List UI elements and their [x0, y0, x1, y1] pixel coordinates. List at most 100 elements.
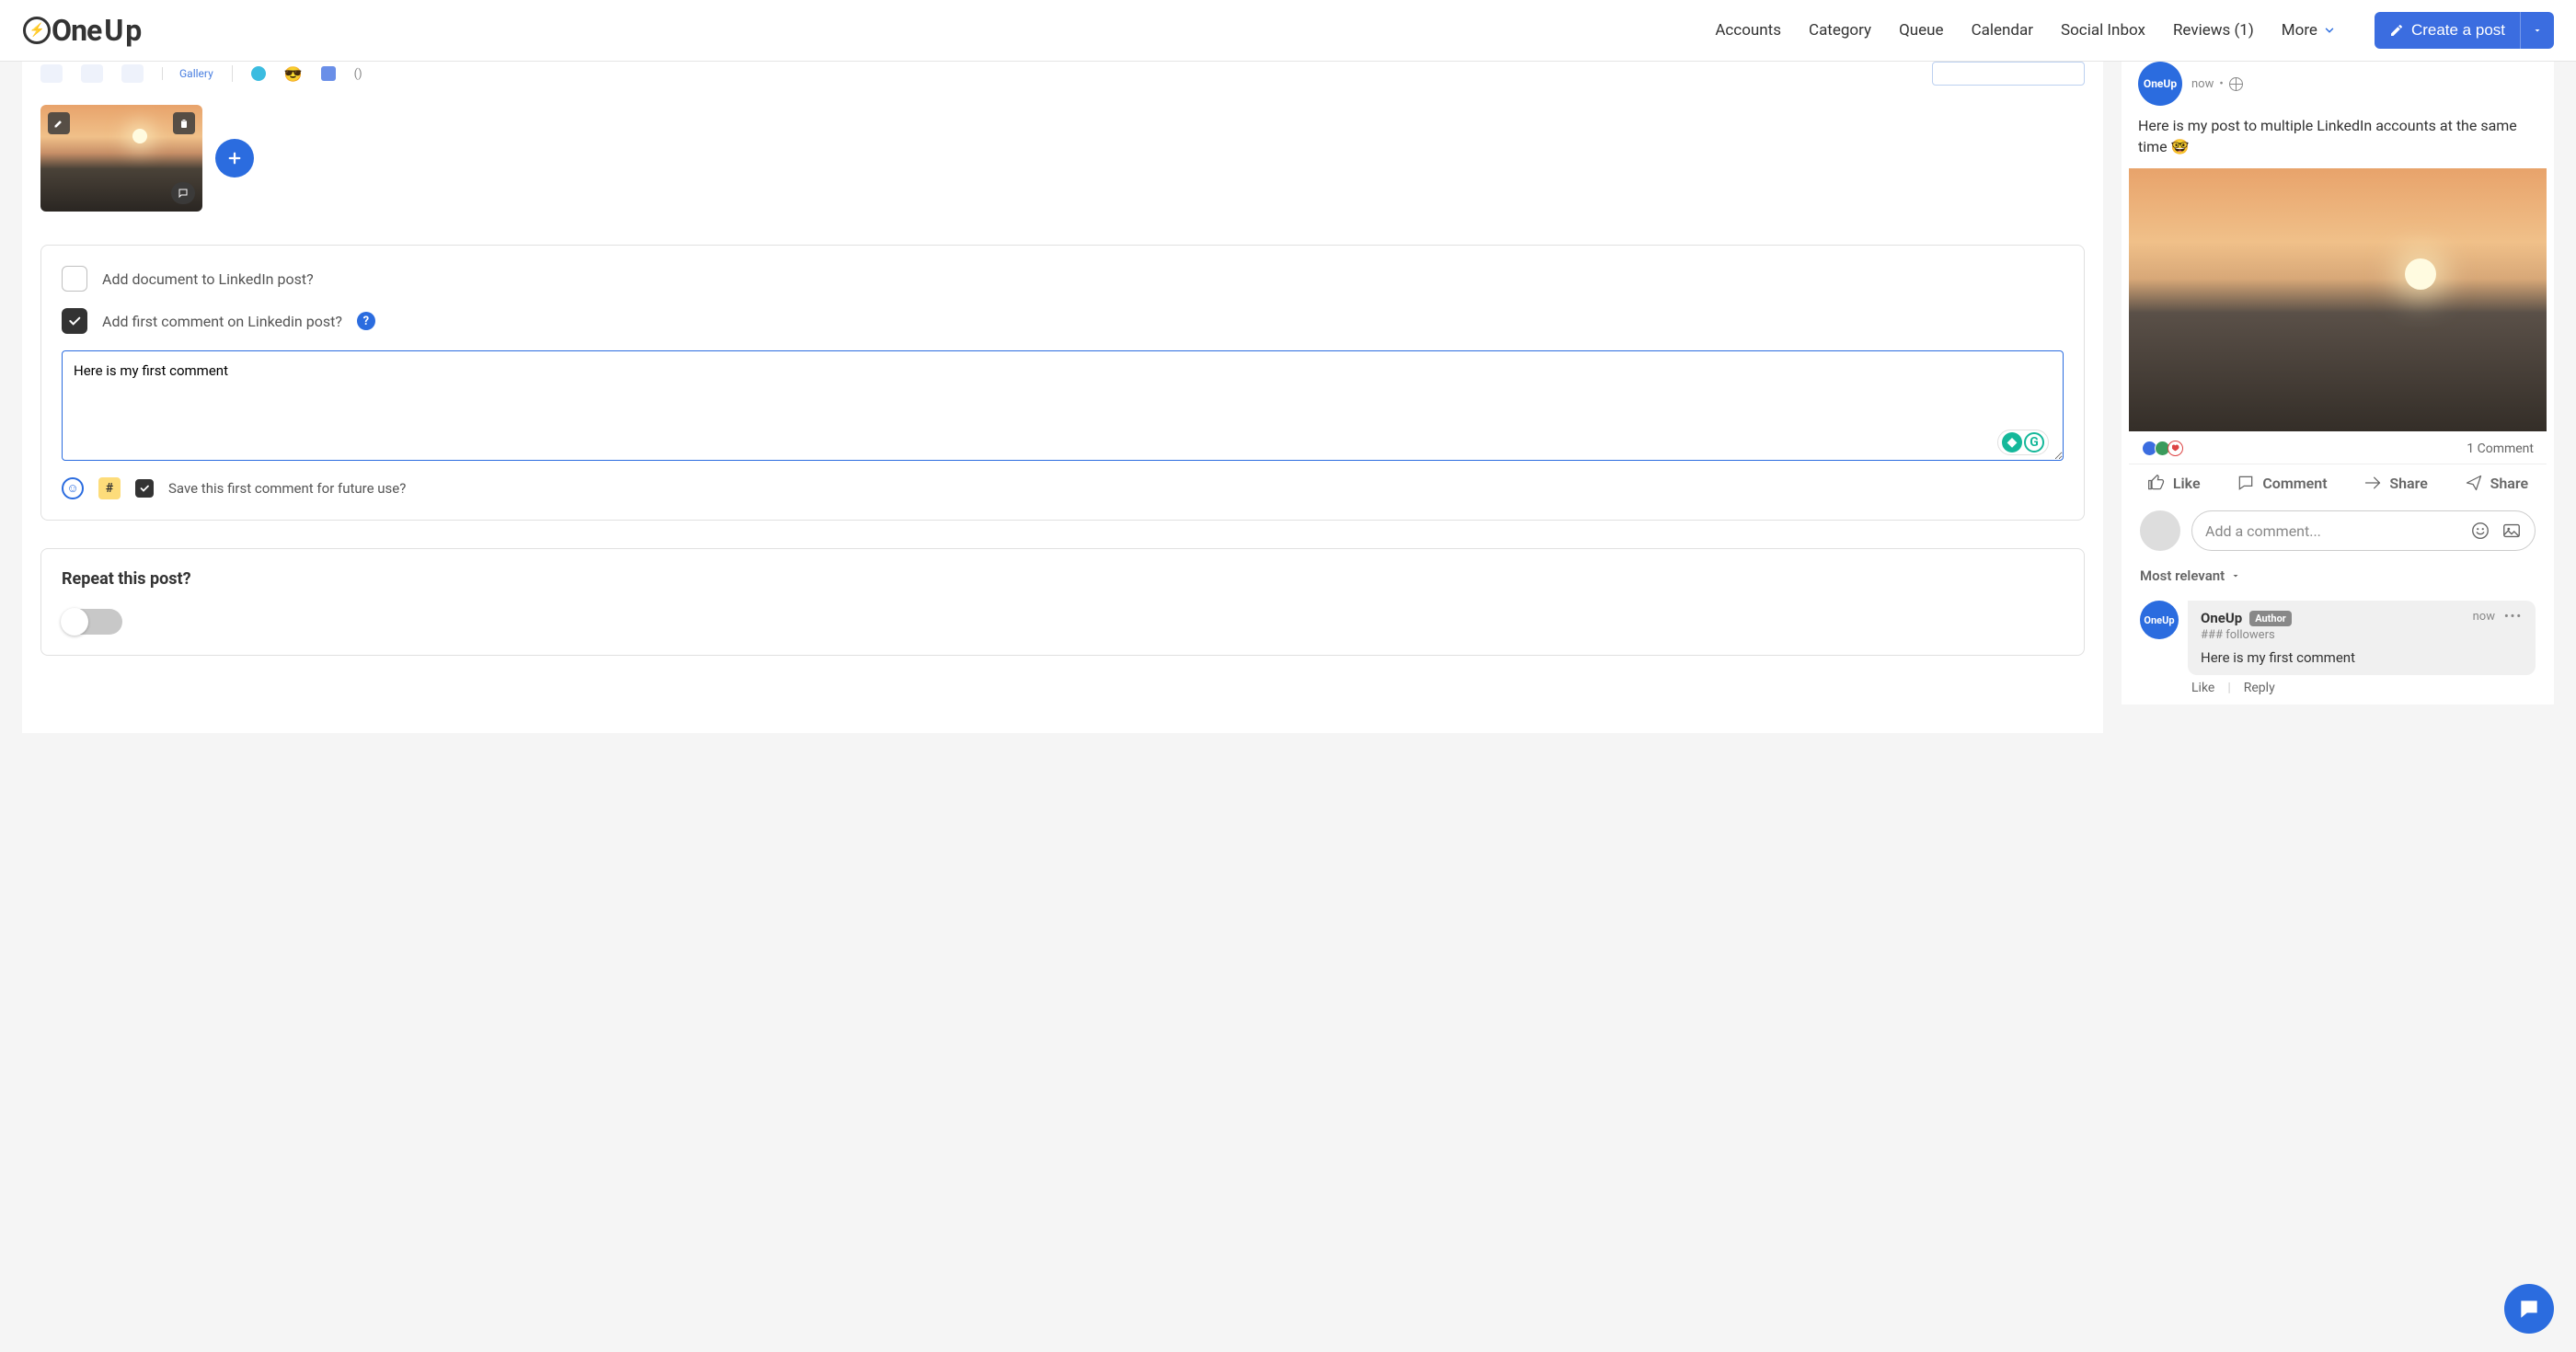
- composer-toolbar: Gallery 😎 (): [22, 62, 2103, 92]
- compose-icon: [2389, 23, 2404, 38]
- checkmark-icon: [139, 483, 150, 494]
- nav-queue[interactable]: Queue: [1899, 21, 1943, 40]
- nav-accounts[interactable]: Accounts: [1715, 21, 1781, 40]
- media-thumbnail[interactable]: [40, 105, 202, 212]
- love-reaction-icon: [2168, 441, 2183, 456]
- preview-header-meta: OneUp now •: [2191, 77, 2243, 91]
- add-document-row: Add document to LinkedIn post?: [62, 266, 2064, 292]
- add-first-comment-row: Add first comment on Linkedin post? ?: [62, 308, 2064, 334]
- add-document-checkbox[interactable]: [62, 266, 87, 292]
- comment-icon: [2237, 474, 2255, 492]
- caret-down-icon: [2532, 25, 2543, 36]
- sort-dropdown[interactable]: Most relevant: [2129, 560, 2547, 591]
- caret-down-icon: [2230, 570, 2241, 581]
- toggle-knob: [61, 608, 88, 636]
- edit-media-button[interactable]: [48, 112, 70, 134]
- delete-media-button[interactable]: [173, 112, 195, 134]
- chat-fab[interactable]: [2504, 1284, 2554, 1334]
- toolbar-media-icon-2[interactable]: [81, 64, 103, 83]
- toolbar-right-select[interactable]: [1932, 62, 2085, 86]
- comment-menu[interactable]: •••: [2504, 610, 2523, 624]
- comment-placeholder: Add a comment...: [2205, 522, 2321, 540]
- preview-reactions-row: 1 Comment: [2129, 431, 2547, 464]
- emoji-icon[interactable]: [2470, 521, 2490, 541]
- add-media-button[interactable]: [215, 139, 254, 178]
- repeat-toggle[interactable]: [62, 609, 122, 635]
- preview-meta: now •: [2191, 77, 2243, 91]
- like-label: Like: [2173, 475, 2201, 492]
- comment-reply[interactable]: Reply: [2244, 681, 2275, 695]
- composer-panel: Gallery 😎 (): [22, 62, 2103, 733]
- add-first-comment-checkbox[interactable]: [62, 308, 87, 334]
- send-action[interactable]: Share: [2465, 474, 2529, 492]
- image-icon[interactable]: [2501, 521, 2522, 541]
- create-post-dropdown[interactable]: [2520, 12, 2554, 49]
- comment-text: Here is my first comment: [2201, 649, 2523, 666]
- hashtag-button[interactable]: #: [98, 477, 121, 499]
- create-post-button[interactable]: Create a post: [2375, 12, 2520, 49]
- pencil-icon: [53, 118, 64, 129]
- grammarly-icon[interactable]: G: [2024, 432, 2044, 453]
- chat-icon: [2517, 1297, 2541, 1321]
- toolbar-gallery-link[interactable]: Gallery: [162, 67, 213, 80]
- chevron-down-icon: [2323, 24, 2336, 37]
- nav-reviews[interactable]: Reviews (1): [2173, 21, 2254, 40]
- logo[interactable]: ⚡OneUp: [22, 13, 141, 48]
- comment-author-row: OneUp Author: [2201, 610, 2292, 626]
- nav-more[interactable]: More: [2282, 21, 2336, 40]
- nav-more-label: More: [2282, 21, 2317, 40]
- toolbar-emoji-icon[interactable]: 😎: [284, 65, 303, 83]
- logo-text-a: One: [52, 13, 101, 48]
- comment-author: OneUp: [2201, 610, 2242, 626]
- app-header: ⚡OneUp Accounts Category Queue Calendar …: [0, 0, 2576, 62]
- emoji-picker-button[interactable]: ☺: [62, 477, 84, 499]
- share-label: Share: [2389, 475, 2428, 492]
- toolbar-count: (): [354, 67, 362, 81]
- sunset-glow: [132, 129, 147, 143]
- first-comment-textarea-wrap: ◆ G: [62, 350, 2064, 464]
- comment-like[interactable]: Like: [2191, 681, 2214, 695]
- comment-avatar: [2140, 510, 2180, 551]
- logo-circle-icon: ⚡: [23, 17, 51, 44]
- divider: [232, 65, 233, 82]
- comment-action[interactable]: Comment: [2237, 474, 2327, 492]
- save-comment-checkbox[interactable]: [135, 479, 154, 498]
- toolbar-media-icon[interactable]: [40, 64, 63, 83]
- trash-icon: [178, 118, 190, 129]
- comment-count[interactable]: 1 Comment: [2467, 441, 2534, 456]
- toolbar-square-icon[interactable]: [321, 66, 336, 81]
- comment-actions: Like | Reply: [2188, 675, 2536, 695]
- textarea-widgets: ◆ G: [1997, 430, 2049, 455]
- toolbar-media-icon-3[interactable]: [121, 64, 144, 83]
- linkedin-preview: OneUp OneUp now • Here is my post to mul…: [2122, 62, 2554, 705]
- comment-input-row: Add a comment...: [2129, 501, 2547, 560]
- sunset-glow: [2405, 258, 2436, 290]
- media-caption-button[interactable]: [171, 182, 195, 204]
- preview-post-text: Here is my post to multiple LinkedIn acc…: [2129, 115, 2547, 168]
- sort-label: Most relevant: [2140, 567, 2225, 584]
- preview-actions: Like Comment Share Share: [2129, 464, 2547, 501]
- nav-social-inbox[interactable]: Social Inbox: [2061, 21, 2145, 40]
- preview-avatar: OneUp: [2138, 62, 2182, 106]
- comment-input[interactable]: Add a comment...: [2191, 510, 2536, 551]
- repeat-card: Repeat this post?: [40, 548, 2085, 656]
- main-content: Gallery 😎 (): [0, 62, 2576, 733]
- share-action[interactable]: Share: [2363, 474, 2428, 492]
- toolbar-dot-icon[interactable]: [251, 66, 266, 81]
- like-action[interactable]: Like: [2147, 474, 2201, 492]
- save-comment-label: Save this first comment for future use?: [168, 480, 406, 497]
- speech-icon: [177, 188, 190, 199]
- help-icon[interactable]: ?: [357, 312, 375, 330]
- create-post-group: Create a post: [2375, 12, 2554, 49]
- first-comment-textarea[interactable]: [62, 350, 2064, 461]
- assistant-icon[interactable]: ◆: [2002, 432, 2022, 453]
- preview-time: now: [2191, 77, 2214, 91]
- plus-icon: [226, 150, 243, 166]
- comment-header: OneUp Author ### followers now •••: [2201, 610, 2523, 642]
- nav-category[interactable]: Category: [1809, 21, 1871, 40]
- preview-header: OneUp OneUp now •: [2129, 62, 2547, 115]
- checkmark-icon: [67, 314, 82, 328]
- add-first-comment-label: Add first comment on Linkedin post?: [102, 313, 342, 330]
- comment-item: OneUp OneUp Author ### followers: [2129, 591, 2547, 705]
- nav-calendar[interactable]: Calendar: [1972, 21, 2033, 40]
